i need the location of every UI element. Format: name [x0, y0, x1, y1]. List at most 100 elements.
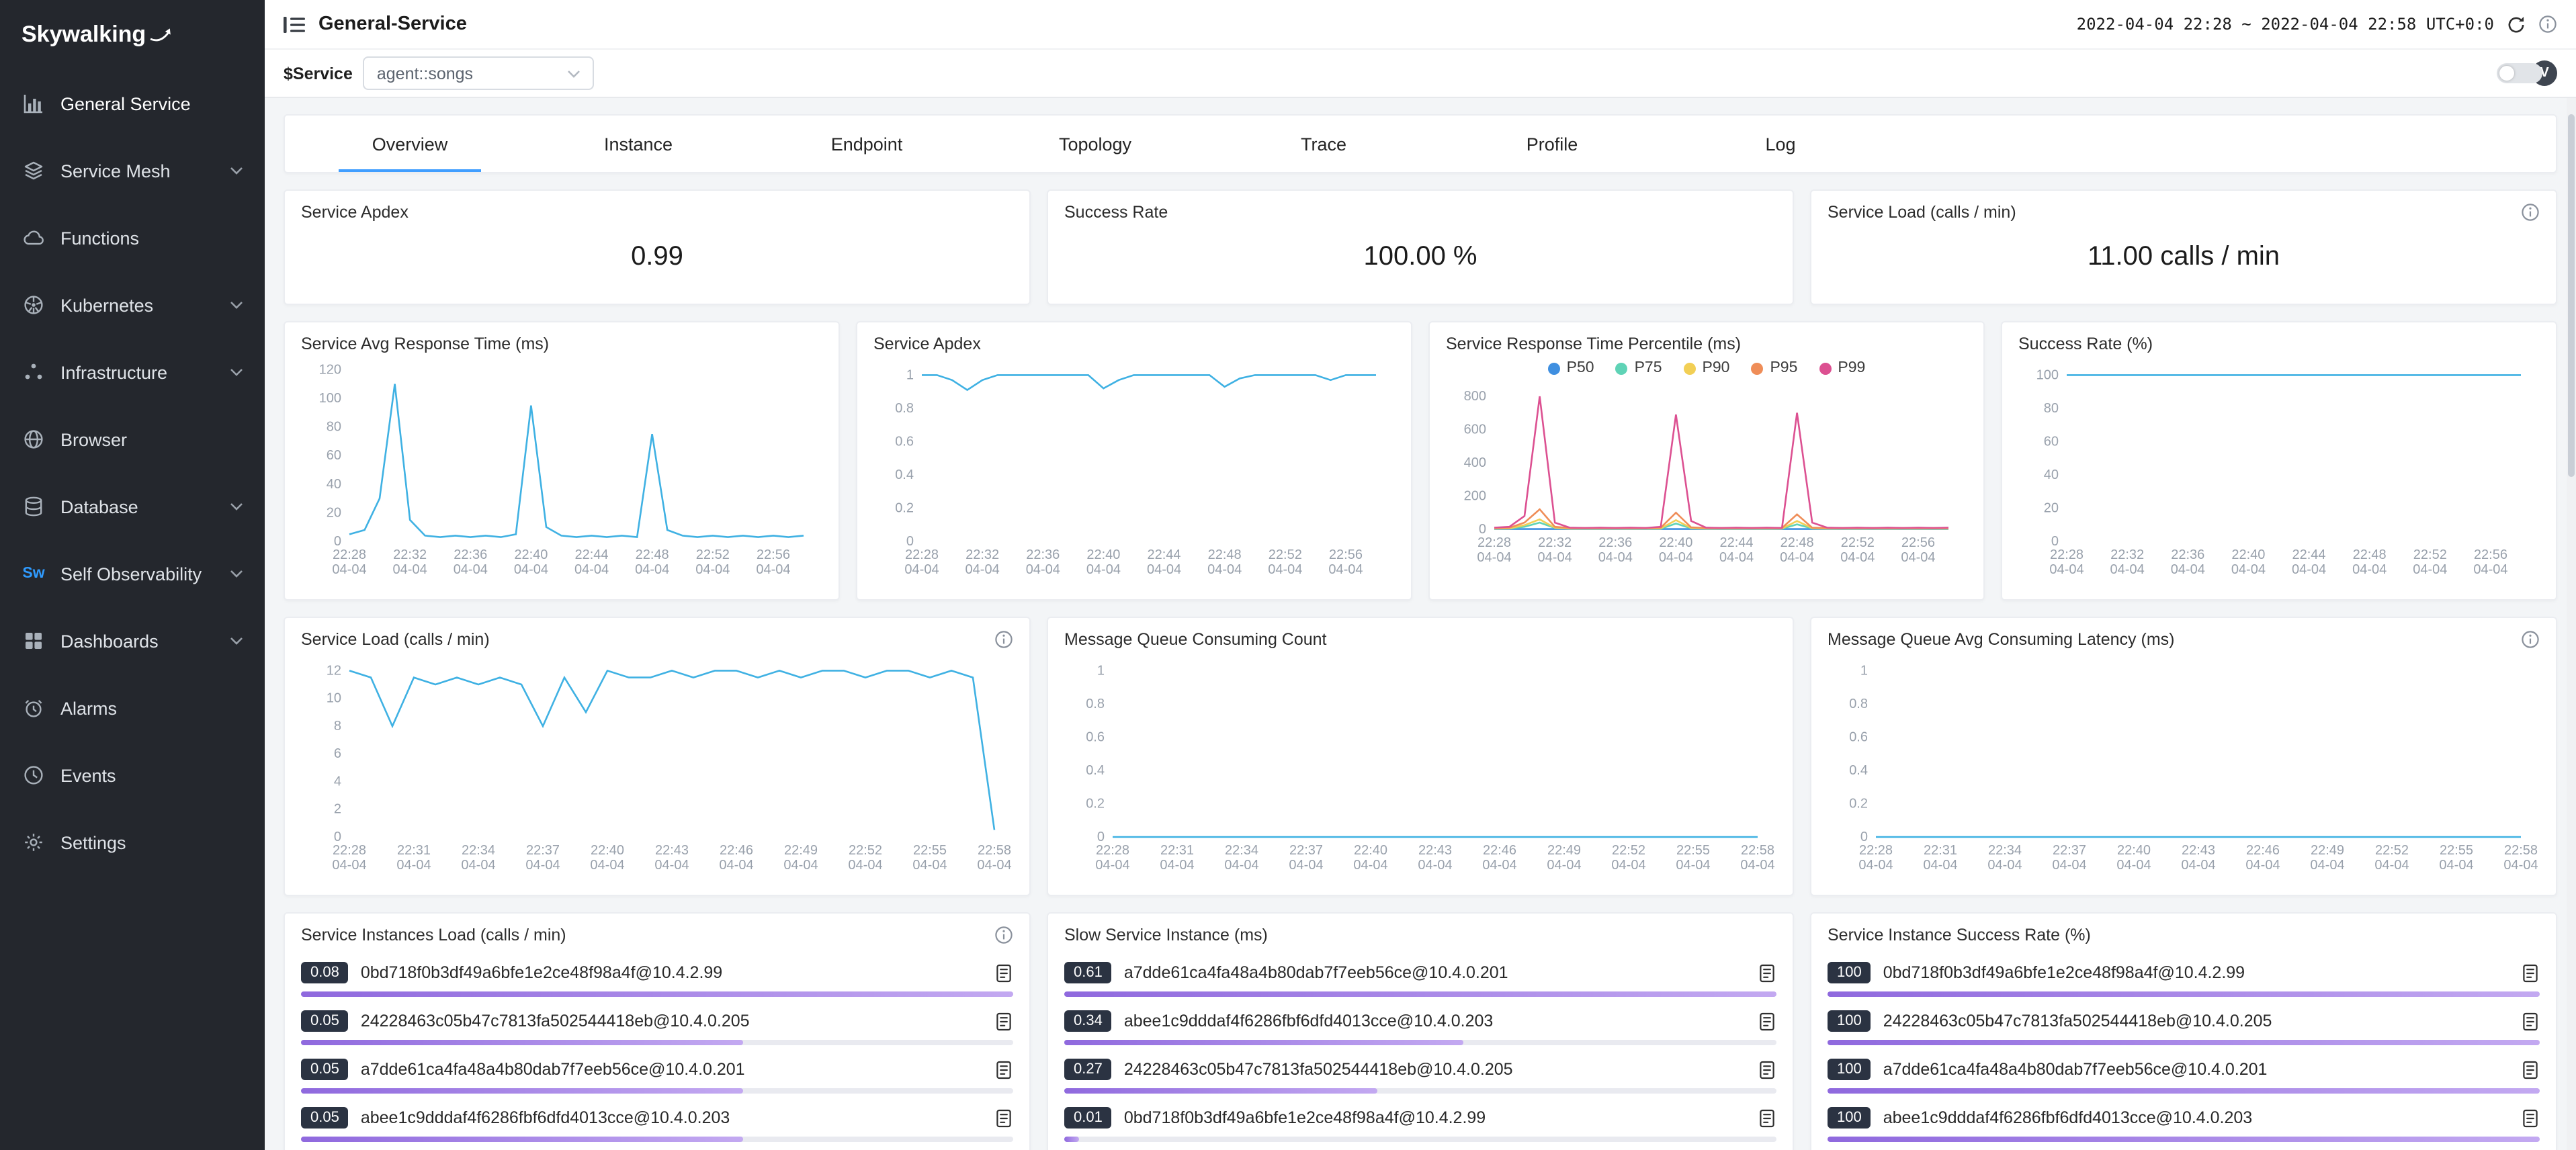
svg-text:22:28: 22:28: [1477, 535, 1511, 550]
info-icon[interactable]: [2521, 630, 2540, 649]
list-item: 0.2724228463c05b47c7813fa502544418eb@10.…: [1064, 1055, 1776, 1094]
svg-text:400: 400: [1464, 455, 1486, 470]
copy-icon[interactable]: [2521, 1108, 2540, 1128]
instance-name[interactable]: 0bd718f0b3df49a6bfe1e2ce48f98a4f@10.4.2.…: [1883, 963, 2509, 982]
list-item-line: 0.34abee1c9dddaf4f6286fbf6dfd4013cce@10.…: [1064, 1006, 1776, 1036]
bar-chart-icon: [22, 91, 46, 116]
page-scrollbar[interactable]: [2567, 98, 2576, 1150]
sidebar-item-functions[interactable]: Functions: [0, 204, 265, 271]
card-title-row: Service Load (calls / min): [1828, 203, 2540, 222]
sidebar-item-alarms[interactable]: Alarms: [0, 674, 265, 742]
copy-icon[interactable]: [2521, 1011, 2540, 1031]
sw-icon: Sw: [22, 562, 46, 586]
chart-title: Service Response Time Percentile (ms): [1446, 335, 1741, 353]
value-badge: 0.01: [1064, 1107, 1112, 1129]
instance-name[interactable]: 24228463c05b47c7813fa502544418eb@10.4.0.…: [361, 1012, 982, 1030]
sidebar-item-service-mesh[interactable]: Service Mesh: [0, 137, 265, 204]
progress-fill: [301, 1137, 742, 1142]
instance-name[interactable]: 0bd718f0b3df49a6bfe1e2ce48f98a4f@10.4.2.…: [361, 963, 982, 982]
refresh-icon[interactable]: [2506, 14, 2526, 34]
tab-label: Profile: [1527, 134, 1578, 154]
metric-card-service-load-calls-min: Service Load (calls / min)11.00 calls / …: [1810, 189, 2557, 305]
copy-icon[interactable]: [1758, 1059, 1776, 1079]
header-info-icon[interactable]: [2538, 15, 2557, 34]
info-icon[interactable]: [994, 630, 1013, 649]
list-item-line: 0.05abee1c9dddaf4f6286fbf6dfd4013cce@10.…: [301, 1103, 1013, 1133]
instance-name[interactable]: a7dde61ca4fa48a4b80dab7f7eeb56ce@10.4.0.…: [361, 1060, 982, 1079]
copy-icon[interactable]: [994, 963, 1013, 983]
legend-item-p50[interactable]: P50: [1548, 360, 1594, 376]
toggle-track[interactable]: [2497, 63, 2542, 83]
tab-log[interactable]: Log: [1666, 116, 1895, 172]
svg-text:04-04: 04-04: [2473, 562, 2507, 577]
svg-text:04-04: 04-04: [1160, 858, 1194, 873]
copy-icon[interactable]: [994, 1059, 1013, 1079]
svg-text:04-04: 04-04: [332, 858, 366, 873]
list-item: 0.080bd718f0b3df49a6bfe1e2ce48f98a4f@10.…: [301, 958, 1013, 997]
sidebar-item-browser[interactable]: Browser: [0, 406, 265, 473]
info-icon[interactable]: [994, 926, 1013, 944]
progress-fill: [301, 1040, 742, 1045]
instance-name[interactable]: 24228463c05b47c7813fa502544418eb@10.4.0.…: [1883, 1012, 2509, 1030]
svg-text:22:40: 22:40: [591, 843, 624, 858]
app-logo[interactable]: Skywalking: [0, 0, 265, 70]
svg-text:04-04: 04-04: [1418, 858, 1452, 873]
instance-name[interactable]: 24228463c05b47c7813fa502544418eb@10.4.0.…: [1124, 1060, 1746, 1079]
time-range[interactable]: 2022-04-04 22:28 ~ 2022-04-04 22:58 UTC+…: [2077, 15, 2494, 34]
copy-icon[interactable]: [2521, 1059, 2540, 1079]
instance-name[interactable]: abee1c9dddaf4f6286fbf6dfd4013cce@10.4.0.…: [1124, 1012, 1746, 1030]
copy-icon[interactable]: [1758, 1011, 1776, 1031]
tab-trace[interactable]: Trace: [1209, 116, 1438, 172]
globe-icon: [22, 427, 46, 451]
svg-text:04-04: 04-04: [1611, 858, 1645, 873]
sidebar-item-label: General Service: [60, 93, 191, 114]
sidebar-item-general-service[interactable]: General Service: [0, 70, 265, 137]
sidebar-item-events[interactable]: Events: [0, 742, 265, 809]
scrollbar-thumb[interactable]: [2568, 114, 2575, 477]
sidebar-item-dashboards[interactable]: Dashboards: [0, 607, 265, 674]
svg-text:22:44: 22:44: [575, 547, 609, 562]
version-toggle[interactable]: V: [2497, 60, 2557, 86]
sidebar-item-self-observability[interactable]: SwSelf Observability: [0, 540, 265, 607]
tab-topology[interactable]: Topology: [981, 116, 1209, 172]
chart-canvas: 00.20.40.60.8122:2804-0422:3104-0422:340…: [1828, 652, 2540, 877]
instance-name[interactable]: abee1c9dddaf4f6286fbf6dfd4013cce@10.4.0.…: [361, 1108, 982, 1127]
svg-text:22:46: 22:46: [1483, 843, 1516, 858]
service-select[interactable]: agent::songs: [363, 56, 595, 90]
copy-icon[interactable]: [1758, 1108, 1776, 1128]
copy-icon[interactable]: [994, 1108, 1013, 1128]
legend-item-p95[interactable]: P95: [1751, 360, 1797, 376]
sidebar-item-settings[interactable]: Settings: [0, 809, 265, 876]
copy-icon[interactable]: [2521, 963, 2540, 983]
metric-card-title: Service Load (calls / min): [1828, 203, 2016, 222]
sidebar-item-database[interactable]: Database: [0, 473, 265, 540]
legend-item-p90[interactable]: P90: [1684, 360, 1730, 376]
svg-text:04-04: 04-04: [695, 562, 730, 577]
tab-overview[interactable]: Overview: [296, 116, 524, 172]
tab-profile[interactable]: Profile: [1438, 116, 1666, 172]
instance-name[interactable]: a7dde61ca4fa48a4b80dab7f7eeb56ce@10.4.0.…: [1124, 963, 1746, 982]
svg-text:1: 1: [906, 367, 914, 382]
legend-item-p75[interactable]: P75: [1616, 360, 1662, 376]
instance-name[interactable]: a7dde61ca4fa48a4b80dab7f7eeb56ce@10.4.0.…: [1883, 1060, 2509, 1079]
value-badge: 100: [1828, 1010, 1871, 1032]
instance-list: 0.61a7dde61ca4fa48a4b80dab7f7eeb56ce@10.…: [1064, 958, 1776, 1142]
svg-text:04-04: 04-04: [1923, 858, 1957, 873]
svg-text:04-04: 04-04: [2292, 562, 2326, 577]
legend-dot-icon: [1684, 362, 1696, 374]
copy-icon[interactable]: [1758, 963, 1776, 983]
legend-item-p99[interactable]: P99: [1819, 360, 1865, 376]
svg-text:04-04: 04-04: [396, 858, 431, 873]
svg-text:22:49: 22:49: [1547, 843, 1581, 858]
collapse-sidebar-icon[interactable]: [284, 15, 305, 33]
info-icon[interactable]: [2521, 203, 2540, 222]
copy-icon[interactable]: [994, 1011, 1013, 1031]
svg-text:04-04: 04-04: [1719, 550, 1754, 565]
tab-instance[interactable]: Instance: [524, 116, 753, 172]
legend-label: P75: [1635, 360, 1662, 376]
sidebar-item-infrastructure[interactable]: Infrastructure: [0, 339, 265, 406]
instance-name[interactable]: abee1c9dddaf4f6286fbf6dfd4013cce@10.4.0.…: [1883, 1108, 2509, 1127]
tab-endpoint[interactable]: Endpoint: [753, 116, 981, 172]
sidebar-item-kubernetes[interactable]: Kubernetes: [0, 271, 265, 339]
instance-name[interactable]: 0bd718f0b3df49a6bfe1e2ce48f98a4f@10.4.2.…: [1124, 1108, 1746, 1127]
